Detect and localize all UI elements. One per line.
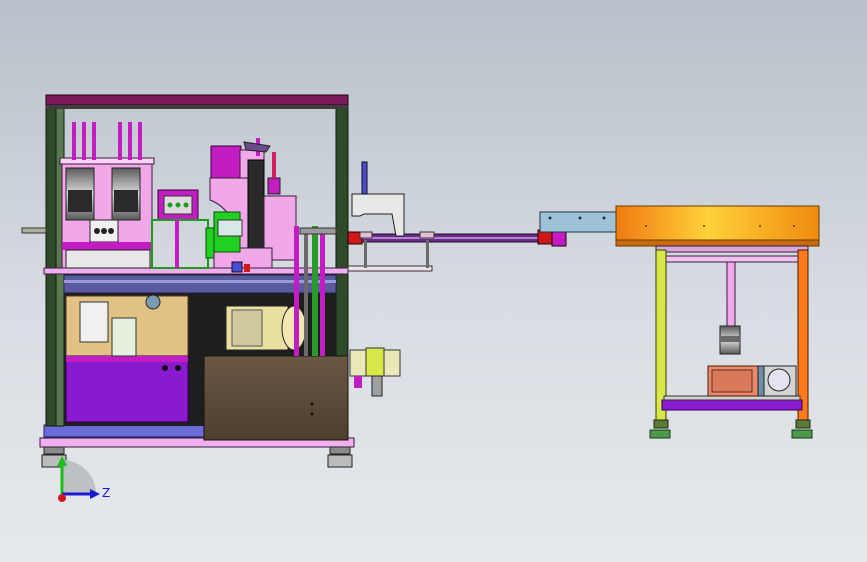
stand-mid-rail [661,255,803,263]
cabinet-white-block-2 [79,301,109,343]
stand-bottom-rail [661,399,803,411]
press-rod-2c [138,122,142,160]
stand-bottom-plate [663,395,801,401]
table-dot-4 [793,225,795,227]
fixture-legs [151,219,209,269]
conveyor-rail-stripe [348,237,558,239]
triad-shadow [62,460,96,494]
regulator-green [365,347,385,377]
rotary-table [615,205,820,439]
cad-viewport[interactable]: Z [0,0,867,562]
fixture-dot-3 [183,202,189,208]
brown-box-screw-2 [310,412,314,416]
triad-origin [58,494,66,502]
table-motor-ribs [711,369,753,393]
table-dot-1 [645,225,647,227]
deck-blue-switch [231,261,243,273]
press-cyl-2-dark [114,190,138,212]
feed-plate-bolt-2 [578,216,582,220]
press-rod-1a [72,122,76,160]
stand-foot-right-pad [791,429,813,439]
coupling-band [720,336,740,342]
press-mid-hole-2 [101,228,107,234]
press-rod-2b [128,122,132,160]
cabinet-white-block [111,317,137,357]
right-foot-pad [327,454,353,468]
top-beam-2 [46,105,348,109]
main-machine [21,94,355,468]
hanger-cap-1 [359,231,373,239]
bracket-stem [361,161,368,195]
top-beam [45,94,349,106]
press-rod-1c [92,122,96,160]
assembly-drawing: Z [21,94,820,502]
sensor-rod [272,152,276,178]
press-lower-blocks [65,249,151,269]
press-cyl-1-dark [68,190,92,212]
press-rod-1b [82,122,86,160]
hanger-1 [364,240,367,268]
triad-z-label: Z [102,486,110,500]
right-foot [329,446,351,455]
table-top [615,205,820,245]
feed-plate [539,211,617,233]
motor-ribs [231,309,263,347]
purple-box-bolt-2 [175,365,181,371]
hanger-2 [426,240,429,268]
guide-cross [299,227,337,235]
deck-red-switch [244,264,250,272]
orientation-triad: Z [57,456,110,502]
sensor-block-small [267,177,281,195]
guide-bar-1 [294,226,299,356]
regulator-gauge [354,376,362,388]
cabinet-purple-trim [66,356,188,362]
left-foot [43,446,65,455]
base-rail [43,424,205,438]
table-motor-gear [767,368,791,392]
cabinet-cylinder [145,294,161,310]
table-top-underside [615,239,820,247]
hanger-cap-2 [419,231,435,239]
feed-plate-bolt-3 [602,216,606,220]
column-head [210,145,242,181]
green-actuator-plate [217,219,243,237]
fixture-dot-1 [167,202,173,208]
brown-box-screw-1 [310,402,314,406]
cabinet-purple-box [65,355,189,423]
press-mid-hole-3 [108,228,114,234]
table-dot-3 [759,225,761,227]
left-side-tab [21,227,47,234]
brown-box [203,355,349,441]
stand-top-rail [655,245,809,253]
conveyor-lower-rail [347,265,433,272]
stand-foot-left-pad [649,429,671,439]
guide-bar-4 [320,232,325,356]
guide-bar-3 [312,226,318,356]
purple-box-bolt-1 [162,365,168,371]
left-post [45,95,57,427]
lever-fork [243,141,271,153]
feed-plate-bolt-1 [548,216,552,220]
press-mid-hole-1 [94,228,100,234]
column-dark-post [247,159,265,253]
stand-foot-left [653,419,669,429]
guide-bar-2 [304,232,308,356]
fixture-dot-2 [175,202,181,208]
conveyor-bracket [351,193,405,237]
press-rod-2a [118,122,122,160]
conveyor-link [347,161,617,397]
center-shaft [726,261,736,329]
table-dot-2 [703,225,705,227]
fixture-leg-mid [175,220,179,268]
regulator-bowl [371,375,383,397]
stand-foot-right [795,419,811,429]
press-magenta-band [62,242,152,250]
